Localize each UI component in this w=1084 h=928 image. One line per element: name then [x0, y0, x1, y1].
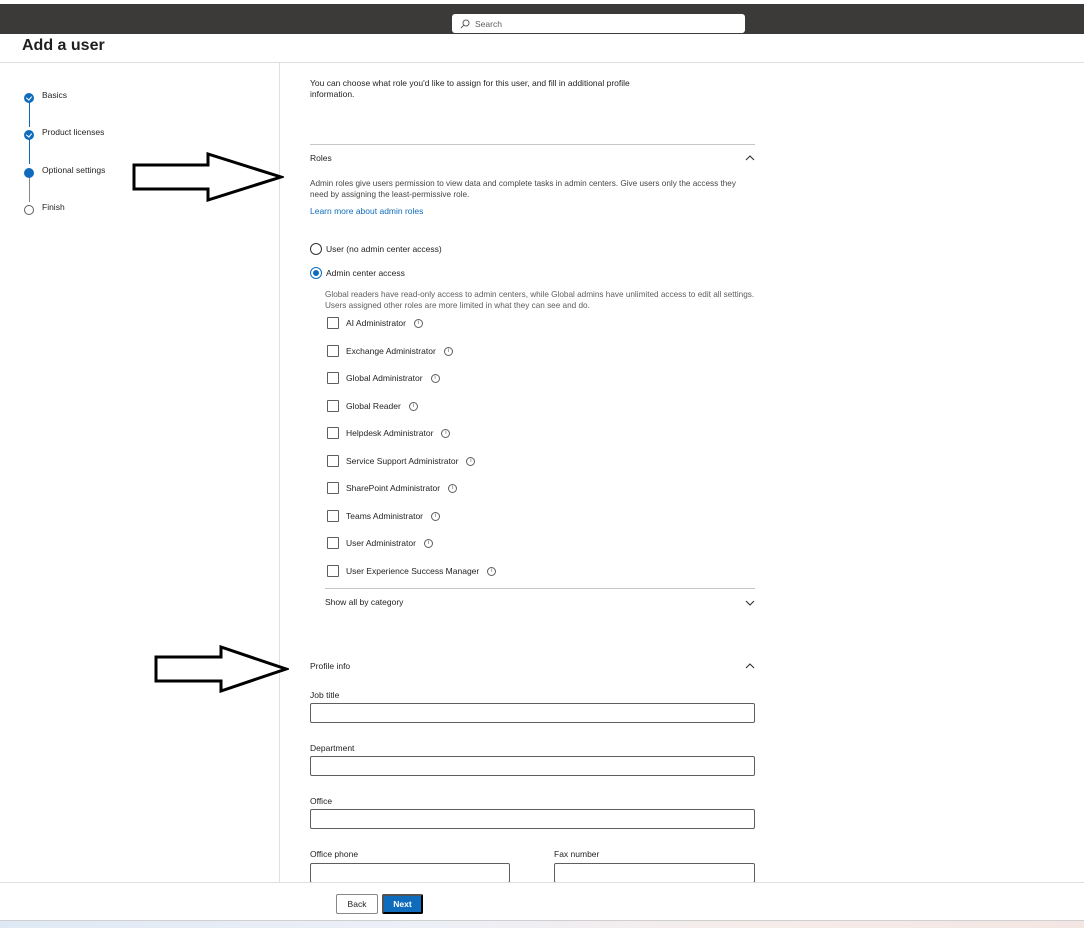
info-icon[interactable]: i: [448, 483, 458, 493]
checkbox-icon: [327, 400, 339, 412]
show-all-divider: [325, 588, 755, 589]
wizard-footer: [0, 882, 1084, 920]
radio-user-no-admin[interactable]: User (no admin center access): [310, 243, 442, 255]
role-checkbox-user-experience-success-manager[interactable]: User Experience Success Manager i: [327, 564, 497, 578]
department-label: Department: [310, 743, 355, 753]
chevron-up-icon[interactable]: [745, 661, 755, 671]
search-icon: [460, 19, 470, 28]
radio-label: User (no admin center access): [326, 244, 442, 254]
annotation-arrow-icon: [154, 645, 289, 693]
info-icon[interactable]: i: [430, 373, 440, 383]
role-label: Helpdesk Administrator: [346, 428, 434, 438]
role-checkbox-teams-administrator[interactable]: Teams Administrator i: [327, 509, 440, 523]
fax-number-input[interactable]: [554, 863, 755, 883]
checkbox-icon: [327, 317, 339, 329]
role-checkbox-exchange-administrator[interactable]: Exchange Administrator i: [327, 344, 453, 358]
role-label: User Administrator: [346, 538, 416, 548]
role-label: User Experience Success Manager: [346, 566, 480, 576]
role-label: Exchange Administrator: [346, 346, 436, 356]
next-button[interactable]: Next: [382, 894, 423, 914]
role-label: SharePoint Administrator: [346, 483, 441, 493]
radio-admin-center-access[interactable]: Admin center access: [310, 267, 405, 279]
top-bar: Search: [0, 0, 1084, 34]
radio-label: Admin center access: [326, 268, 405, 278]
step-complete-icon: [24, 130, 34, 140]
show-all-by-category[interactable]: Show all by category: [325, 597, 403, 607]
step-label: Basics: [42, 90, 68, 100]
job-title-label: Job title: [310, 690, 340, 700]
step-label: Finish: [42, 202, 65, 212]
roles-description: Admin roles give users permission to vie…: [310, 179, 736, 199]
step-connector: [28, 101, 30, 127]
info-icon[interactable]: i: [443, 346, 453, 356]
section-divider: [310, 144, 755, 145]
roles-heading[interactable]: Roles: [310, 153, 332, 163]
radio-unselected-icon: [310, 243, 322, 255]
step-connector: [28, 138, 30, 164]
office-phone-input[interactable]: [310, 863, 510, 883]
role-label: AI Administrator: [346, 318, 406, 328]
page-title: Add a user: [22, 37, 105, 54]
intro-text: You can choose what role you'd like to a…: [310, 78, 630, 99]
department-input[interactable]: [310, 756, 755, 776]
learn-more-roles-link[interactable]: Learn more about admin roles: [310, 206, 423, 216]
role-label: Service Support Administrator: [346, 456, 459, 466]
header-divider: [0, 62, 1084, 63]
checkbox-icon: [327, 427, 339, 439]
taskbar-strip: [0, 920, 1084, 928]
profile-info-heading[interactable]: Profile info: [310, 661, 350, 671]
fax-number-label: Fax number: [554, 849, 600, 859]
role-label: Global Administrator: [346, 373, 423, 383]
role-checkbox-user-administrator[interactable]: User Administrator i: [327, 536, 433, 550]
annotation-arrow-icon: [132, 152, 284, 202]
office-phone-label: Office phone: [310, 849, 359, 859]
info-icon[interactable]: i: [408, 401, 418, 411]
info-icon[interactable]: i: [431, 511, 440, 521]
role-label: Global Reader: [346, 401, 401, 411]
step-pending-icon: [24, 205, 34, 215]
role-checkbox-global-administrator[interactable]: Global Administrator i: [327, 371, 440, 385]
role-label: Teams Administrator: [346, 511, 423, 521]
info-icon[interactable]: i: [487, 566, 497, 576]
step-complete-icon: [24, 93, 34, 103]
info-icon[interactable]: i: [423, 538, 433, 548]
checkbox-icon: [327, 510, 339, 522]
role-checkbox-service-support-administrator[interactable]: Service Support Administrator i: [327, 454, 476, 468]
step-connector: [28, 175, 30, 202]
info-icon[interactable]: i: [441, 428, 451, 438]
checkbox-icon: [327, 345, 339, 357]
office-input[interactable]: [310, 809, 755, 829]
back-button[interactable]: Back: [336, 894, 378, 914]
info-icon[interactable]: i: [466, 456, 476, 466]
checkbox-icon: [327, 537, 339, 549]
office-label: Office: [310, 796, 333, 806]
search-box[interactable]: Search: [452, 14, 745, 33]
job-title-input[interactable]: [310, 703, 755, 723]
search-placeholder: Search: [475, 18, 502, 29]
step-current-icon: [24, 168, 34, 178]
role-checkbox-global-reader[interactable]: Global Reader i: [327, 399, 418, 413]
checkbox-icon: [327, 482, 339, 494]
step-label: Product licenses: [42, 127, 105, 137]
role-checkbox-helpdesk-administrator[interactable]: Helpdesk Administrator i: [327, 426, 451, 440]
chevron-up-icon[interactable]: [745, 153, 755, 163]
role-checkbox-ai-administrator[interactable]: AI Administrator i: [327, 316, 423, 330]
step-label: Optional settings: [42, 165, 106, 175]
checkbox-icon: [327, 455, 339, 467]
role-checkbox-sharepoint-administrator[interactable]: SharePoint Administrator i: [327, 481, 458, 495]
radio-selected-icon: [310, 267, 322, 279]
info-icon[interactable]: i: [414, 318, 423, 328]
checkbox-icon: [327, 372, 339, 384]
chevron-down-icon[interactable]: [745, 598, 755, 608]
checkbox-icon: [327, 565, 339, 577]
admin-access-description: Global readers have read-only access to …: [325, 290, 755, 310]
